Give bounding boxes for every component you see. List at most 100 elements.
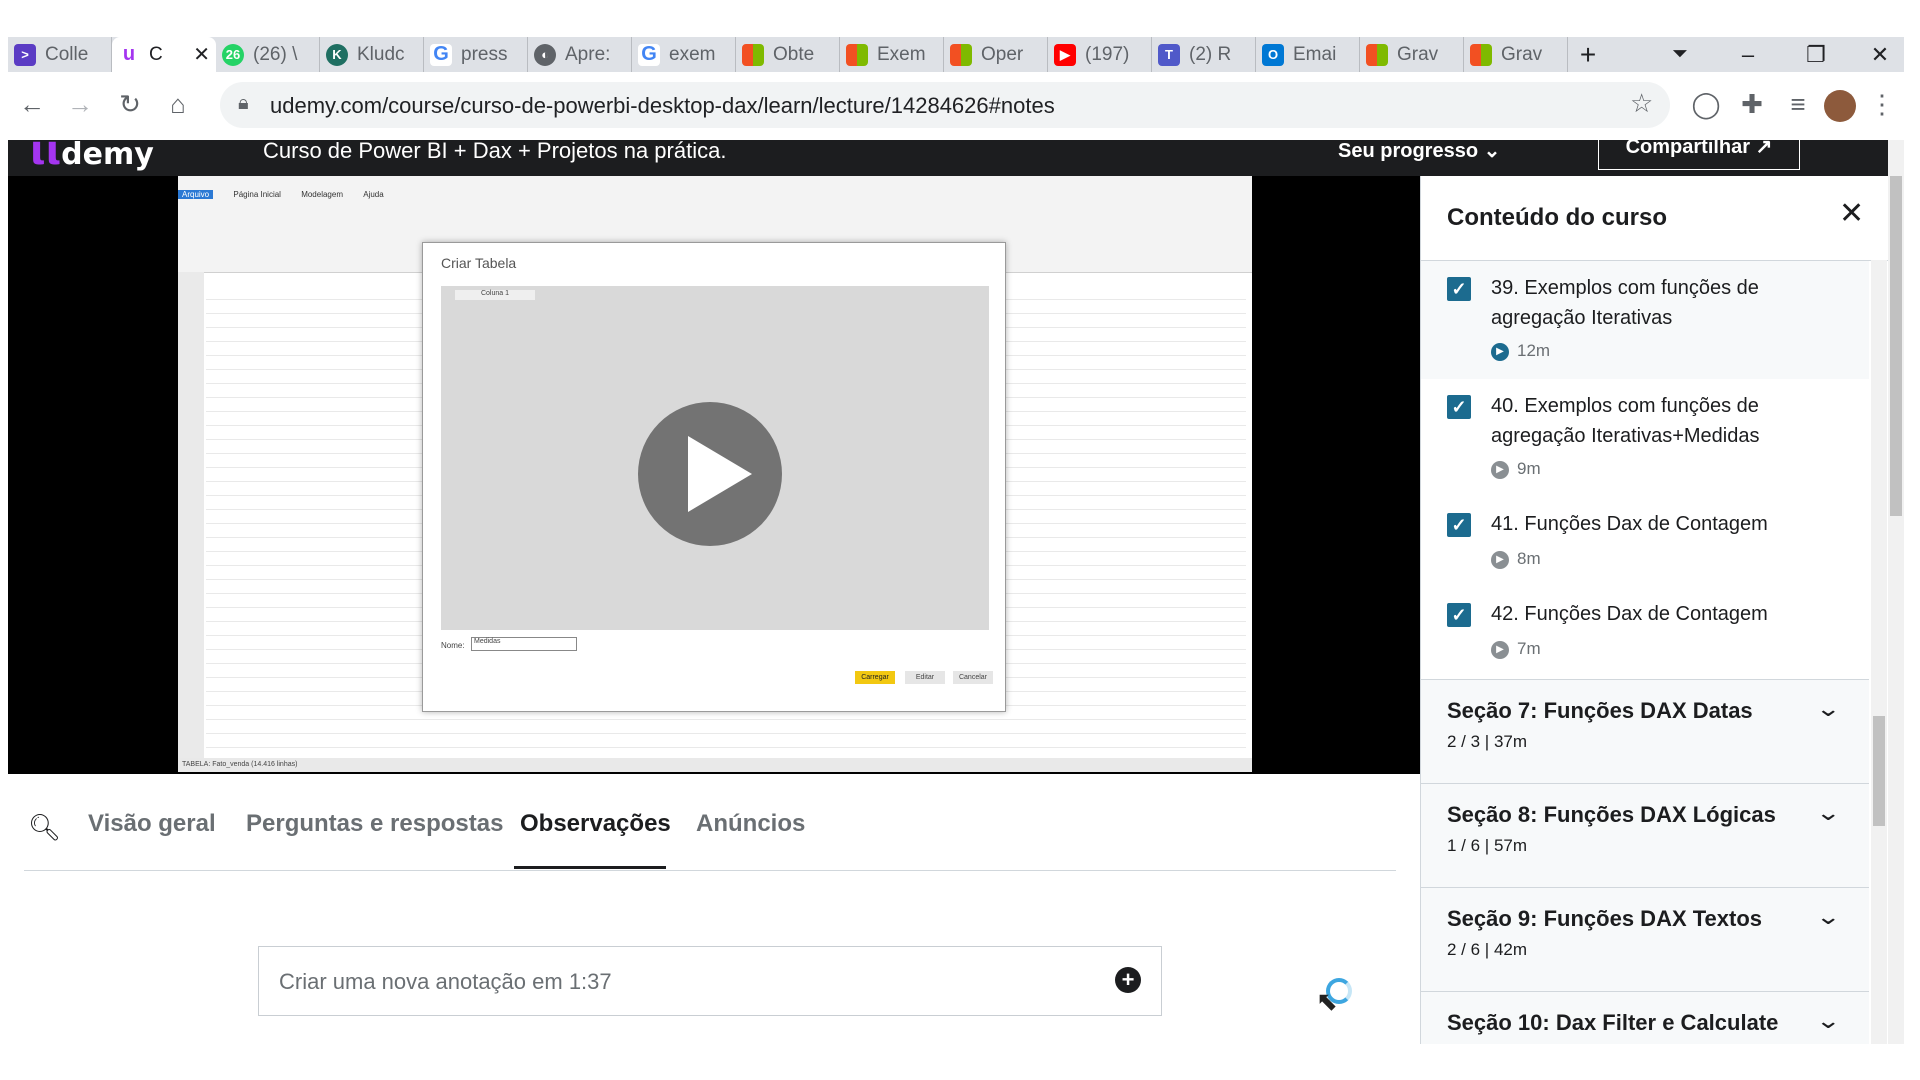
content-tabs: 🔍︎ Visão geral Perguntas e respostas Obs… (24, 778, 1396, 871)
browser-tab-active[interactable]: u C ✕ (112, 37, 216, 72)
menu-dots-icon[interactable]: ⋮ (1864, 86, 1900, 122)
back-icon[interactable]: ← (14, 86, 50, 122)
google-icon: G (430, 43, 452, 66)
sidebar-scrollbar[interactable] (1871, 260, 1887, 1044)
browser-tab[interactable]: > Colle (8, 37, 112, 72)
close-tab-icon[interactable]: ✕ (193, 42, 210, 67)
checkbox-checked-icon[interactable]: ✓ (1447, 277, 1471, 301)
section-item[interactable]: Seção 10: Dax Filter e Calculate ⌄ (1421, 991, 1869, 1044)
share-button[interactable]: Compartilhar ↗ (1598, 140, 1800, 170)
checkbox-checked-icon[interactable]: ✓ (1447, 603, 1471, 627)
browser-tab[interactable]: K Kludc (320, 37, 424, 72)
lecture-item[interactable]: ✓ 40. Exemplos com funções de agregação … (1421, 379, 1869, 497)
avatar[interactable] (1824, 90, 1856, 122)
progress-dropdown[interactable]: Seu progresso ⌄ (1338, 140, 1500, 163)
section-item[interactable]: Seção 7: Funções DAX Datas 2 / 3 | 37m ⌄ (1421, 679, 1869, 784)
sidebar-scrollbar-thumb[interactable] (1873, 716, 1885, 826)
dialog-title: Criar Tabela (441, 255, 517, 271)
section-item[interactable]: Seção 9: Funções DAX Textos 2 / 6 | 42m … (1421, 887, 1869, 992)
chevron-down-icon: ⌄ (1815, 800, 1842, 825)
extension-circle-icon[interactable]: ◯ (1688, 86, 1724, 122)
outlook-icon: O (1262, 43, 1284, 66)
udemy-logo[interactable]: ιιdemy (30, 140, 154, 174)
tab-announcements[interactable]: Anúncios (696, 810, 805, 838)
edit-button: Editar (905, 671, 945, 684)
reload-icon[interactable]: ↻ (112, 86, 148, 122)
browser-tab[interactable]: Gexem (632, 37, 736, 72)
browser-tab[interactable]: Exem (840, 37, 944, 72)
name-label: Nome: (441, 641, 465, 650)
minimize-icon[interactable]: – (1720, 37, 1776, 72)
browser-tab[interactable]: T (2) R (1152, 37, 1256, 72)
section-progress: 2 / 6 | 42m (1447, 940, 1528, 959)
section-title: Seção 7: Funções DAX Datas (1447, 698, 1753, 723)
restore-icon[interactable]: ❐ (1788, 37, 1844, 72)
lecture-duration: ▶ 12m (1491, 341, 1550, 361)
lecture-item[interactable]: ✓ 42. Funções Dax de Contagem ▶ 7m (1421, 587, 1869, 677)
powerbi-leftbar (178, 272, 204, 772)
lecture-item[interactable]: ✓ 41. Funções Dax de Contagem ▶ 8m (1421, 497, 1869, 587)
course-title[interactable]: Curso de Power BI + Dax + Projetos na pr… (263, 140, 726, 164)
browser-tab[interactable]: 26 (26) \ (216, 37, 320, 72)
powerbi-menu: Arquivo Página Inicial Modelagem Ajuda (178, 190, 1252, 204)
name-input: Medidas (471, 637, 577, 651)
browser-tab[interactable]: Grav (1360, 37, 1464, 72)
forward-icon[interactable]: → (62, 86, 98, 122)
new-tab-button[interactable]: + (1568, 39, 1608, 71)
lecture-title: 40. Exemplos com funções de agregação It… (1491, 395, 1760, 447)
microsoft-icon (1470, 43, 1492, 66)
puzzle-icon[interactable]: ✚ (1734, 86, 1770, 122)
search-icon[interactable]: 🔍︎ (28, 812, 61, 843)
sidebar-header: Conteúdo do curso ✕ (1421, 176, 1889, 261)
tab-search-icon[interactable]: ⏷ (1652, 37, 1708, 72)
udemy-icon: u (118, 43, 140, 66)
browser-tab[interactable]: ▶ (197) (1048, 37, 1152, 72)
chevron-down-icon: ⌄ (1815, 1008, 1842, 1033)
close-icon[interactable]: ✕ (1839, 196, 1864, 231)
cancel-button: Cancelar (953, 671, 993, 684)
lecture-item[interactable]: ✓ 39. Exemplos com funções de agregação … (1421, 261, 1869, 379)
lecture-title: 42. Funções Dax de Contagem (1491, 603, 1768, 625)
lecture-duration: ▶ 8m (1491, 549, 1541, 569)
play-circle-icon: ▶ (1491, 550, 1509, 569)
section-title: Seção 10: Dax Filter e Calculate (1447, 1010, 1779, 1035)
play-circle-icon: ▶ (1491, 640, 1509, 659)
checkbox-checked-icon[interactable]: ✓ (1447, 395, 1471, 419)
active-tab-indicator (514, 866, 666, 869)
powerbi-status: TABELA: Fato_venda (14.416 linhas) (178, 758, 1252, 772)
section-title: Seção 9: Funções DAX Textos (1447, 906, 1763, 931)
lecture-duration: ▶ 9m (1491, 459, 1541, 479)
section-item[interactable]: Seção 8: Funções DAX Lógicas 1 / 6 | 57m… (1421, 783, 1869, 888)
browser-tab[interactable]: Grav (1464, 37, 1568, 72)
screen-frame-bottom (0, 1044, 1920, 1080)
play-circle-icon: ▶ (1491, 342, 1509, 361)
page-scrollbar-thumb[interactable] (1890, 176, 1902, 516)
tab-overview[interactable]: Visão geral (88, 810, 216, 838)
google-icon: G (638, 43, 660, 66)
video-player[interactable]: Arquivo Página Inicial Modelagem Ajuda T… (8, 176, 1420, 774)
tab-qa[interactable]: Perguntas e respostas (246, 810, 503, 838)
lecture-title: 39. Exemplos com funções de agregação It… (1491, 277, 1759, 329)
new-note-input[interactable]: Criar uma nova anotação em 1:37 + (258, 946, 1162, 1016)
add-note-icon[interactable]: + (1115, 967, 1141, 993)
browser-tab[interactable]: ◐ Apre: (528, 37, 632, 72)
star-icon[interactable]: ☆ (1630, 88, 1653, 119)
browser-tab[interactable]: Oper (944, 37, 1048, 72)
checkbox-checked-icon[interactable]: ✓ (1447, 513, 1471, 537)
home-icon[interactable]: ⌂ (160, 86, 196, 122)
microsoft-icon (742, 43, 764, 66)
browser-tab[interactable]: Gpress (424, 37, 528, 72)
whatsapp-icon: 26 (222, 43, 244, 66)
tab-notes[interactable]: Observações (520, 810, 671, 838)
browser-tab[interactable]: Obte (736, 37, 840, 72)
lecture-duration: ▶ 7m (1491, 639, 1541, 659)
url-text: udemy.com/course/curso-de-powerbi-deskto… (270, 93, 1055, 118)
section-progress: 1 / 6 | 57m (1447, 836, 1528, 855)
microsoft-icon (846, 43, 868, 66)
media-queue-icon[interactable]: ≡ (1780, 86, 1816, 122)
course-content-sidebar: Conteúdo do curso ✕ ✓ 39. Exemplos com f… (1420, 176, 1889, 1044)
close-window-icon[interactable]: ✕ (1856, 37, 1904, 72)
browser-tab[interactable]: O Emai (1256, 37, 1360, 72)
browser-toolbar: ← → ↻ ⌂ 🔒︎ udemy.com/course/curso-de-pow… (8, 72, 1904, 141)
address-bar[interactable]: 🔒︎ udemy.com/course/curso-de-powerbi-des… (220, 82, 1670, 128)
